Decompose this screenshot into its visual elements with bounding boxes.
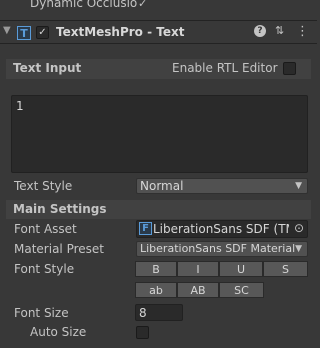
dynamic-occlusion-label: Dynamic Occlusio bbox=[30, 0, 138, 10]
underline-button[interactable]: U bbox=[219, 261, 263, 277]
component-title: TextMeshPro - Text bbox=[56, 25, 185, 39]
font-asset-field[interactable]: F LiberationSans SDF (TMI ⊙ bbox=[136, 220, 308, 238]
text-style-label: Text Style bbox=[14, 179, 73, 193]
presets-icon[interactable]: ⇅ bbox=[275, 24, 284, 37]
divider bbox=[0, 20, 317, 21]
lowercase-button[interactable]: ab bbox=[135, 282, 177, 298]
uppercase-button[interactable]: AB bbox=[177, 282, 219, 298]
textmeshpro-icon: T bbox=[17, 26, 31, 40]
font-asset-label: Font Asset bbox=[14, 222, 77, 236]
text-input-header-label: Text Input bbox=[13, 61, 82, 75]
context-menu-icon[interactable]: ⋮ bbox=[296, 24, 309, 39]
auto-size-checkbox[interactable] bbox=[136, 326, 149, 339]
main-settings-header-label: Main Settings bbox=[13, 202, 107, 216]
help-icon[interactable]: ? bbox=[254, 25, 266, 37]
text-style-value: Normal bbox=[140, 179, 184, 193]
font-size-value: 8 bbox=[139, 306, 147, 320]
material-preset-dropdown[interactable]: LiberationSans SDF Material ▼ bbox=[136, 241, 308, 257]
strikethrough-button[interactable]: S bbox=[263, 261, 308, 277]
material-preset-label: Material Preset bbox=[14, 242, 104, 256]
auto-size-label: Auto Size bbox=[30, 325, 87, 339]
dropdown-arrow-icon: ▼ bbox=[295, 181, 302, 191]
italic-button[interactable]: I bbox=[177, 261, 219, 277]
text-input-area[interactable]: 1 bbox=[11, 95, 308, 173]
enable-rtl-editor-checkbox[interactable] bbox=[283, 62, 296, 75]
font-asset-icon: F bbox=[139, 222, 152, 235]
component-enabled-checkbox[interactable]: ✓ bbox=[36, 26, 49, 39]
bold-button[interactable]: B bbox=[135, 261, 177, 277]
text-input-content: 1 bbox=[16, 99, 24, 113]
object-picker-icon[interactable]: ⊙ bbox=[294, 221, 304, 235]
font-asset-value: LiberationSans SDF (TMI bbox=[153, 222, 289, 236]
foldout-arrow-icon[interactable]: ▼ bbox=[3, 25, 11, 36]
text-style-dropdown[interactable]: Normal ▼ bbox=[136, 178, 308, 194]
material-preset-value: LiberationSans SDF Material bbox=[140, 242, 296, 255]
dropdown-arrow-icon: ▼ bbox=[295, 244, 302, 254]
enable-rtl-editor-label: Enable RTL Editor bbox=[172, 61, 278, 75]
font-style-label: Font Style bbox=[14, 262, 75, 276]
font-size-label: Font Size bbox=[14, 306, 69, 320]
font-size-input[interactable]: 8 bbox=[135, 304, 183, 321]
divider bbox=[0, 43, 317, 44]
smallcaps-button[interactable]: SC bbox=[219, 282, 264, 298]
dynamic-occlusion-checkbox[interactable]: ✓ bbox=[138, 0, 147, 10]
